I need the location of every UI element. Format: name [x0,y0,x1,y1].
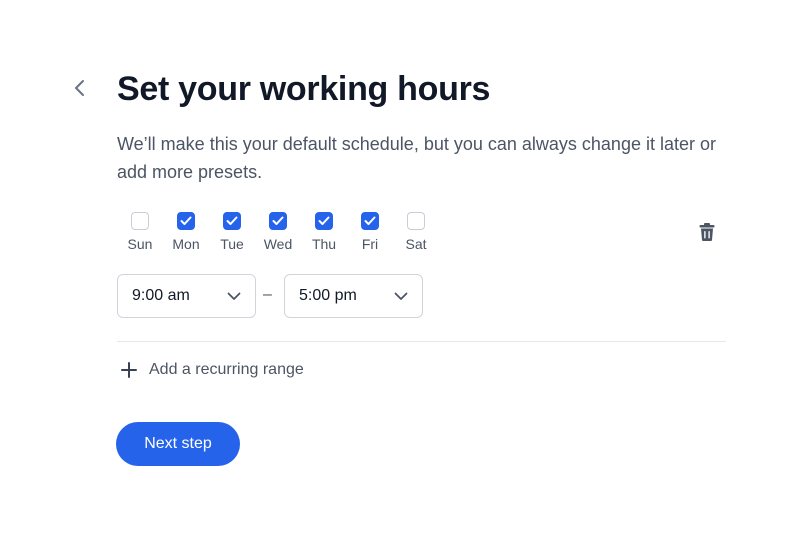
day-label: Thu [311,236,337,252]
back-button[interactable] [68,76,92,100]
day-tue[interactable]: Tue [209,212,255,252]
check-icon [272,216,284,225]
add-recurring-range-button[interactable]: Add a recurring range [120,361,304,379]
start-time-select[interactable]: 9:00 am [117,274,256,318]
chevron-left-icon [75,80,84,96]
page-title: Set your working hours [117,70,491,108]
day-label: Wed [263,236,293,252]
day-sun[interactable]: Sun [117,212,163,252]
day-checkbox[interactable] [315,212,333,230]
day-wed[interactable]: Wed [255,212,301,252]
add-range-label: Add a recurring range [149,361,304,378]
day-label: Fri [361,236,379,252]
day-label: Tue [220,236,244,252]
day-checkbox[interactable] [223,212,241,230]
day-mon[interactable]: Mon [163,212,209,252]
check-icon [364,216,376,225]
day-checkbox[interactable] [361,212,379,230]
plus-icon [121,362,137,378]
day-selector: Sun Mon Tue Wed Thu Fri Sat [117,212,439,252]
chevron-down-icon [394,292,408,300]
check-icon [318,216,330,225]
trash-icon [699,223,715,241]
day-checkbox[interactable] [177,212,195,230]
day-label: Sun [127,236,153,252]
day-checkbox[interactable] [269,212,287,230]
day-checkbox[interactable] [407,212,425,230]
range-separator: – [263,286,272,303]
day-fri[interactable]: Fri [347,212,393,252]
divider [117,341,726,342]
chevron-down-icon [227,292,241,300]
end-time-value: 5:00 pm [299,287,357,304]
day-label: Sat [405,236,427,252]
page-subtitle: We’ll make this your default schedule, b… [117,134,716,182]
check-icon [180,216,192,225]
day-label: Mon [172,236,200,252]
day-thu[interactable]: Thu [301,212,347,252]
next-step-button[interactable]: Next step [116,422,240,466]
start-time-value: 9:00 am [132,287,190,304]
end-time-select[interactable]: 5:00 pm [284,274,423,318]
check-icon [226,216,238,225]
delete-range-button[interactable] [698,222,716,242]
working-hours-page: Set your working hours We’ll make this y… [0,0,800,540]
day-sat[interactable]: Sat [393,212,439,252]
day-checkbox[interactable] [131,212,149,230]
